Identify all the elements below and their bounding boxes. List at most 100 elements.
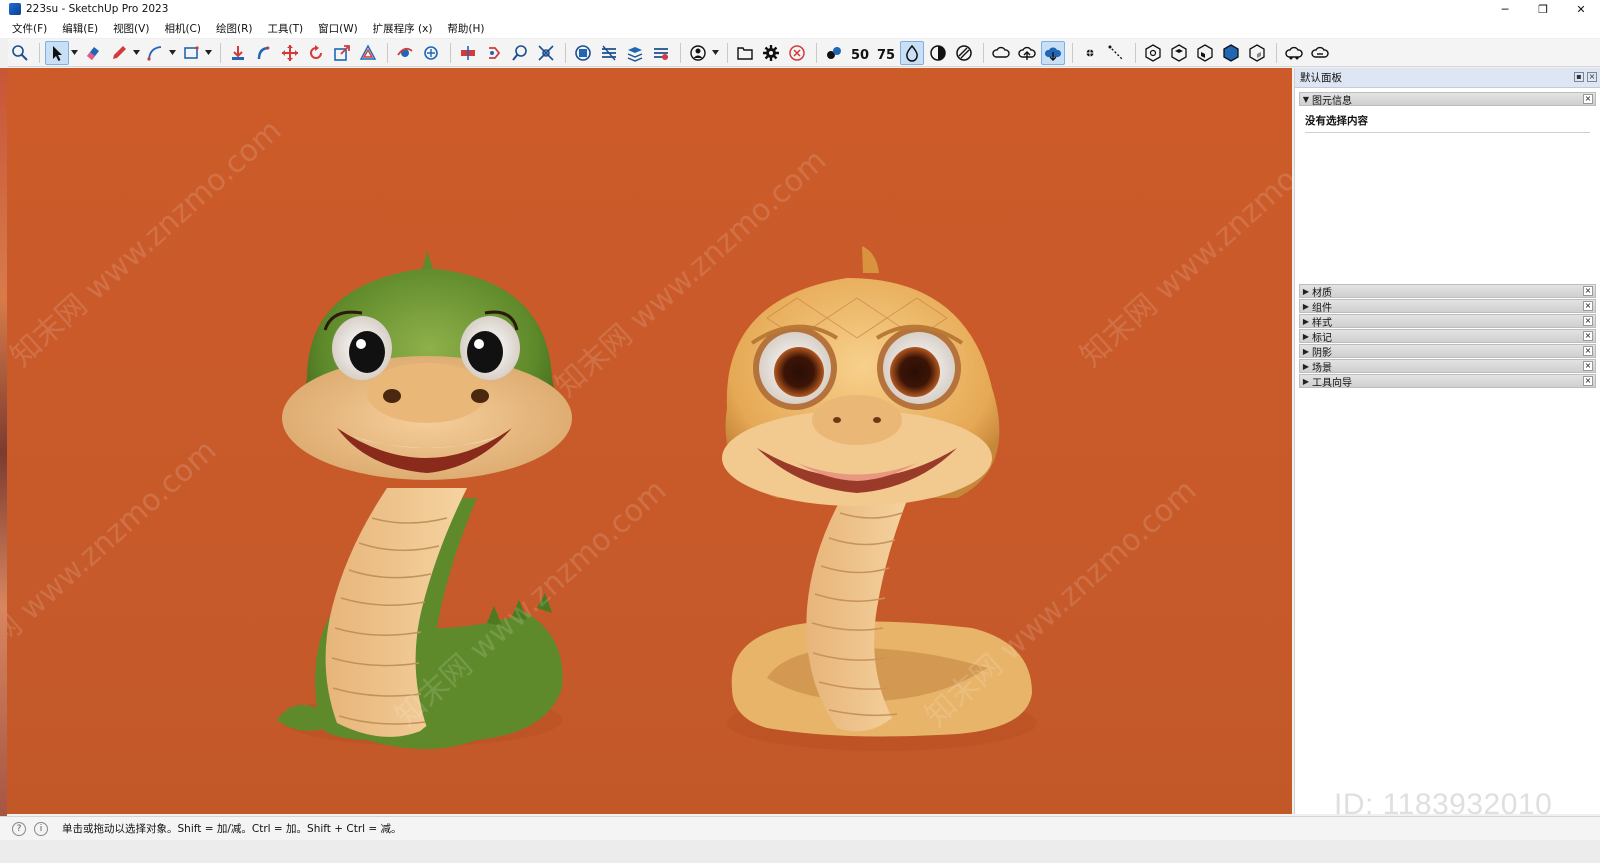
eraser-icon[interactable] [81, 41, 105, 65]
panel-label: 场景 [1312, 362, 1332, 374]
view-back-icon[interactable] [1245, 41, 1269, 65]
close-icon[interactable]: × [1583, 361, 1593, 371]
section-display-icon[interactable] [482, 41, 506, 65]
select-icon[interactable] [45, 40, 69, 65]
info-icon[interactable]: i [34, 821, 48, 836]
watermark-text: 知末网 www.znzmo.com [919, 473, 1203, 734]
menu-help[interactable]: 帮助(H) [447, 21, 484, 36]
geo-location-icon[interactable]: ? [12, 821, 26, 836]
styles-icon[interactable] [597, 41, 621, 65]
menu-camera[interactable]: 相机(C) [164, 21, 201, 36]
panel-tags[interactable]: ▶ 标记 × [1299, 329, 1596, 344]
pin-icon[interactable]: ▪ [1574, 72, 1584, 82]
chevron-down-icon[interactable] [133, 50, 140, 55]
menu-window[interactable]: 窗口(W) [318, 21, 358, 36]
caret-right-icon: ▶ [1302, 331, 1310, 341]
panel-instructor[interactable]: ▶ 工具向导 × [1299, 374, 1596, 389]
pencil-icon[interactable] [107, 41, 131, 65]
menu-tools[interactable]: 工具(T) [267, 21, 303, 36]
zoom-extents-icon[interactable] [534, 41, 558, 65]
no-selection-text: 没有选择内容 [1305, 115, 1368, 127]
settings-gear-icon[interactable] [759, 41, 783, 65]
menu-draw[interactable]: 绘图(R) [216, 21, 253, 36]
offset-icon[interactable] [356, 41, 380, 65]
dimension-icon[interactable] [1104, 41, 1128, 65]
panel-entity-info[interactable]: ▼ 图元信息 × [1299, 92, 1596, 107]
close-button[interactable]: ✕ [1562, 0, 1600, 18]
chevron-down-icon[interactable] [71, 50, 78, 55]
toolbar-separator [1072, 42, 1073, 63]
rectangle-icon[interactable] [179, 41, 203, 65]
taskbar-edge [0, 840, 1600, 863]
menu-extensions[interactable]: 扩展程序 (x) [373, 21, 433, 36]
arc-icon[interactable] [143, 41, 167, 65]
entity-info-body: 没有选择内容 [1299, 107, 1596, 282]
close-icon[interactable]: × [1583, 316, 1593, 326]
minimize-button[interactable]: ─ [1486, 0, 1524, 18]
binoculars-icon[interactable] [822, 41, 846, 65]
zoom-window-icon[interactable] [508, 41, 532, 65]
menu-edit[interactable]: 编辑(E) [62, 21, 98, 36]
number-50-icon[interactable]: 50 [848, 41, 872, 65]
stack-icon[interactable] [623, 41, 647, 65]
watermark-text: 知末网 www.znzmo.com [7, 113, 288, 374]
push-pull-icon[interactable] [226, 41, 250, 65]
caret-right-icon: ▶ [1302, 376, 1310, 386]
close-icon[interactable]: × [1583, 346, 1593, 356]
panel-styles[interactable]: ▶ 样式 × [1299, 314, 1596, 329]
open-folder-icon[interactable] [733, 41, 757, 65]
drop-icon[interactable] [900, 40, 924, 65]
contrast-icon[interactable] [926, 41, 950, 65]
tray-header: 默认面板 ▪ × [1295, 68, 1600, 88]
panel-shadows[interactable]: ▶ 阴影 × [1299, 344, 1596, 359]
restore-button[interactable]: ❐ [1524, 0, 1562, 18]
panel-label: 组件 [1312, 302, 1332, 314]
chevron-down-icon[interactable] [712, 50, 719, 55]
point-icon[interactable] [1078, 41, 1102, 65]
hatch-icon[interactable] [952, 41, 976, 65]
layer-manager-icon[interactable] [649, 41, 673, 65]
model-viewport[interactable]: 知末网 www.znzmo.com 知末网 www.znzmo.com 知末网 … [7, 68, 1292, 814]
close-icon[interactable]: × [1583, 94, 1593, 104]
layers-icon[interactable] [571, 41, 595, 65]
section-plane-icon[interactable] [456, 41, 480, 65]
divider [1305, 132, 1590, 133]
close-icon[interactable]: × [1583, 331, 1593, 341]
cloud-upload-icon[interactable] [1015, 41, 1039, 65]
panel-components[interactable]: ▶ 组件 × [1299, 299, 1596, 314]
chevron-down-icon[interactable] [205, 50, 212, 55]
pan-icon[interactable] [419, 41, 443, 65]
scale-icon[interactable] [330, 41, 354, 65]
move-icon[interactable] [278, 41, 302, 65]
green-snake-model[interactable] [277, 251, 572, 749]
cloud-a-icon[interactable] [1282, 41, 1306, 65]
close-icon[interactable]: × [1587, 72, 1597, 82]
cloud-download-icon[interactable] [1041, 40, 1065, 65]
view-right-icon[interactable] [1219, 41, 1243, 65]
desktop-background-strip [0, 68, 7, 838]
cloud-sync-icon[interactable] [989, 41, 1013, 65]
title-bar: 223su - SketchUp Pro 2023 ─ ❐ ✕ [0, 0, 1600, 18]
cloud-b-icon[interactable] [1308, 41, 1332, 65]
menu-file[interactable]: 文件(F) [12, 21, 47, 36]
zoom-icon[interactable] [8, 41, 32, 65]
panel-materials[interactable]: ▶ 材质 × [1299, 284, 1596, 299]
panel-label: 标记 [1312, 332, 1332, 344]
view-iso-icon[interactable] [1141, 41, 1165, 65]
panel-scenes[interactable]: ▶ 场景 × [1299, 359, 1596, 374]
close-icon[interactable]: × [1583, 286, 1593, 296]
toolbar-separator [220, 42, 221, 63]
main-toolbar: 50 75 [8, 39, 1600, 67]
view-top-icon[interactable] [1167, 41, 1191, 65]
close-icon[interactable]: × [1583, 376, 1593, 386]
chevron-down-icon[interactable] [169, 50, 176, 55]
follow-me-icon[interactable] [252, 41, 276, 65]
close-icon[interactable]: × [1583, 301, 1593, 311]
stop-icon[interactable] [785, 41, 809, 65]
number-75-icon[interactable]: 75 [874, 41, 898, 65]
orbit-icon[interactable] [393, 41, 417, 65]
menu-view[interactable]: 视图(V) [113, 21, 149, 36]
view-front-icon[interactable] [1193, 41, 1217, 65]
person-icon[interactable] [686, 41, 710, 65]
rotate-icon[interactable] [304, 41, 328, 65]
